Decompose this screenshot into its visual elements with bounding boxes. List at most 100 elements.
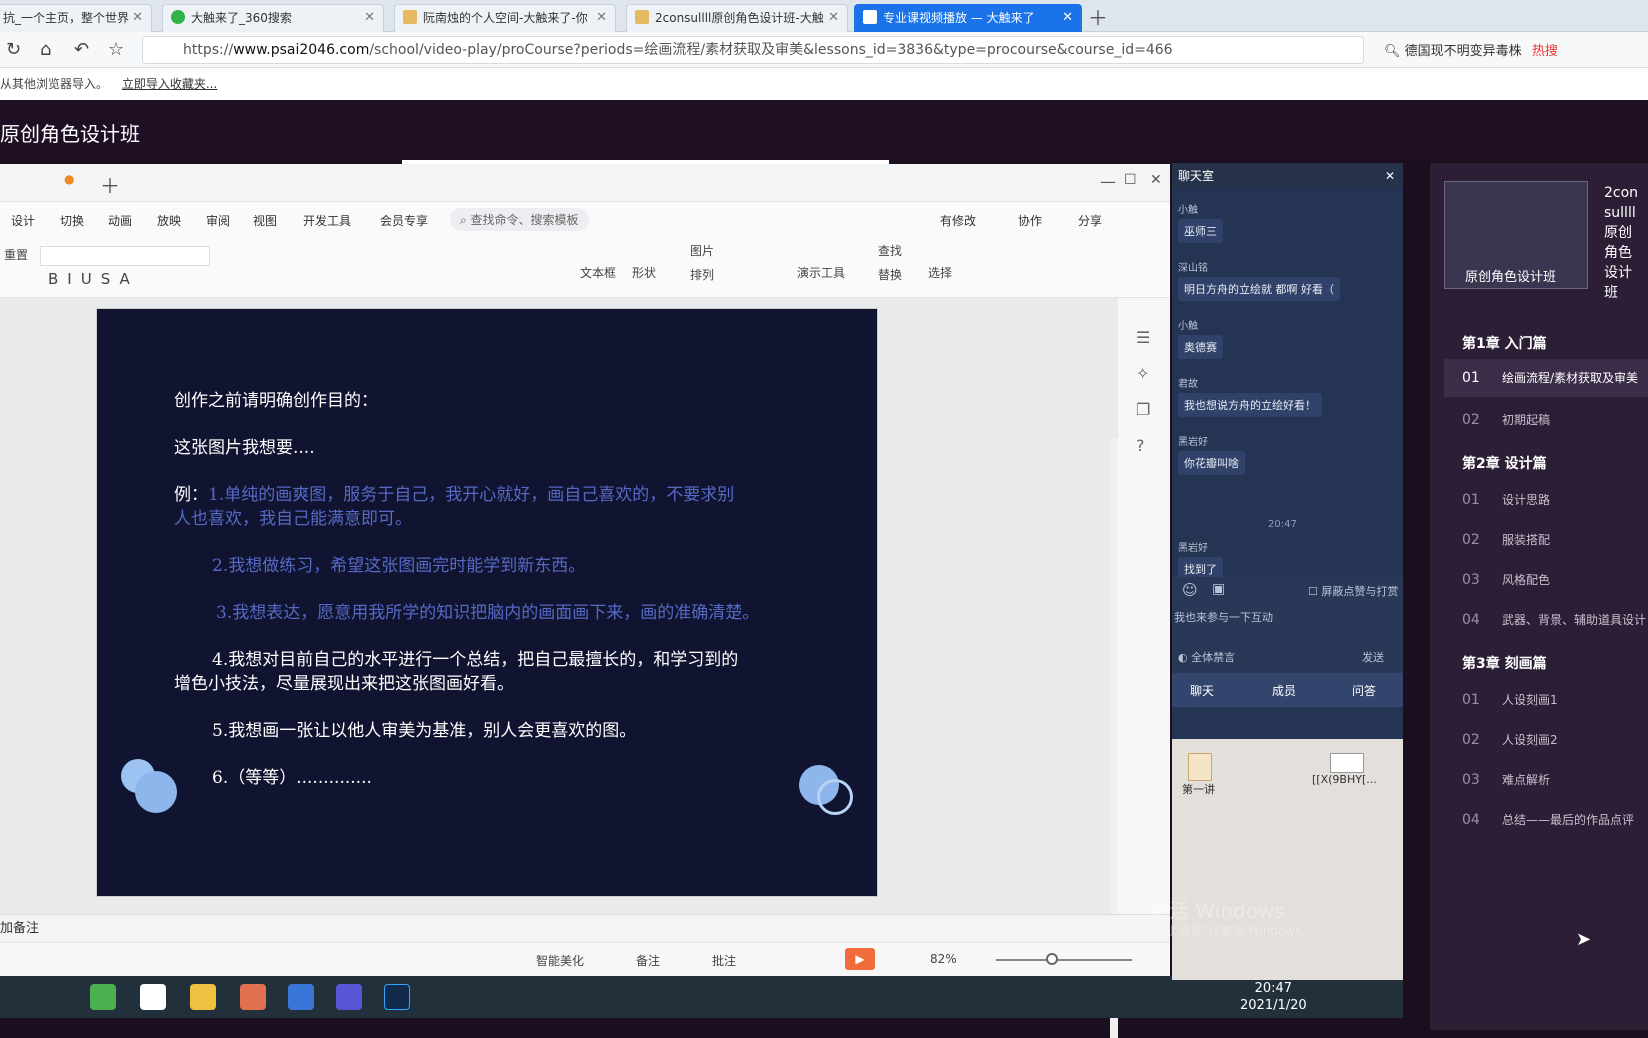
command-search-placeholder: 查找命令、搜索模板 — [470, 213, 579, 227]
select-button[interactable]: 选择 — [928, 264, 952, 281]
presenter-tools-button[interactable]: 演示工具 — [797, 264, 845, 281]
settings-sliders-icon[interactable]: ☰ — [1136, 328, 1150, 347]
slide-line-3-text: 1.单纯的画爽图，服务于自己，我开心就好，画自己喜欢的，不要求别 — [208, 485, 735, 505]
photoshop-icon[interactable] — [384, 984, 410, 1010]
tab-1[interactable]: 抗_一个主页，整个世界 ✕ — [0, 4, 152, 32]
collaborate-button[interactable]: 协作 — [1018, 212, 1042, 229]
lesson-3-3[interactable]: 03 难点解析 — [1462, 771, 1550, 788]
send-button[interactable]: 发送 — [1362, 649, 1384, 665]
close-icon[interactable]: ✕ — [596, 5, 607, 31]
slide-canvas: 创作之前请明确创作目的： 这张图片我想要.... 例：1.单纯的画爽图，服务于自… — [0, 298, 1118, 1038]
lesson-2-1[interactable]: 01 设计思路 — [1462, 491, 1550, 508]
chat-user: 深山铭 — [1178, 263, 1208, 274]
play-icon[interactable]: ▶ — [845, 948, 875, 970]
lesson-3-1[interactable]: 01 人设刻画1 — [1462, 691, 1558, 708]
lesson-2-2[interactable]: 02 服装搭配 — [1462, 531, 1550, 548]
maximize-icon[interactable]: ☐ — [1124, 172, 1137, 188]
textbox-button[interactable]: 文本框 — [580, 264, 616, 281]
emoji-icon[interactable]: ☺ — [1182, 581, 1198, 599]
file-explorer-icon[interactable] — [190, 984, 216, 1010]
font-format-buttons[interactable]: BIUSA — [48, 270, 139, 288]
menu-design[interactable]: 设计 — [11, 212, 35, 229]
mute-all-toggle[interactable]: ◐ 全体禁言 — [1178, 649, 1235, 665]
new-tab-button[interactable]: ＋ — [1088, 2, 1108, 31]
find-button[interactable]: 查找 — [878, 242, 902, 259]
import-bookmarks-link[interactable]: 立即导入收藏夹... — [122, 77, 217, 91]
add-doc-icon[interactable]: ＋ — [100, 170, 120, 199]
tab-chat[interactable]: 聊天 — [1190, 682, 1214, 699]
tab-members[interactable]: 成员 — [1272, 682, 1296, 699]
desktop-file-1[interactable]: 第一讲 — [1182, 753, 1215, 797]
pin-icon[interactable]: ✧ — [1136, 364, 1149, 383]
browser-360-icon[interactable] — [90, 984, 116, 1010]
tab-4[interactable]: 2consullll原创角色设计班-大触 ✕ — [626, 4, 848, 32]
paint-icon[interactable] — [240, 984, 266, 1010]
chat-message: 奥德赛 — [1178, 335, 1223, 359]
hot-search-badge: 热搜 — [1531, 44, 1558, 59]
presentation-app-icon[interactable] — [336, 984, 362, 1010]
arrange-button[interactable]: 排列 — [690, 266, 714, 283]
close-icon[interactable]: ✕ — [1062, 5, 1073, 31]
command-search[interactable]: ⌕ 查找命令、搜索模板 — [450, 208, 589, 231]
wps-icon[interactable] — [140, 984, 166, 1010]
reload-icon[interactable]: ↻ — [6, 39, 21, 60]
close-icon[interactable]: ✕ — [1385, 163, 1395, 189]
menu-review[interactable]: 审阅 — [206, 212, 230, 229]
share-button[interactable]: 分享 — [1078, 212, 1102, 229]
tab-5-active[interactable]: 专业课视频播放 — 大触来了 ✕ — [854, 4, 1082, 32]
has-changes-button[interactable]: 有修改 — [940, 212, 976, 229]
thumbnail-label: 原创角色设计班 — [1465, 270, 1557, 285]
menu-slideshow[interactable]: 放映 — [157, 212, 181, 229]
menu-animation[interactable]: 动画 — [108, 212, 132, 229]
desktop-file-2[interactable]: [[X(9BHY[... — [1312, 753, 1377, 786]
minimize-icon[interactable]: — — [1100, 172, 1116, 191]
close-icon[interactable]: ✕ — [132, 5, 143, 31]
replace-button[interactable]: 替换 — [878, 266, 902, 283]
zoom-level[interactable]: 82% — [930, 952, 957, 966]
smart-beautify-button[interactable]: 智能美化 — [536, 952, 584, 969]
undo-icon[interactable]: ↶ — [74, 39, 89, 60]
help-icon[interactable]: ? — [1136, 436, 1145, 455]
notes-button[interactable]: 备注 — [636, 952, 660, 969]
zoom-slider[interactable] — [996, 959, 1132, 961]
tab-3[interactable]: 阮南烛的个人空间-大触来了-你 ✕ — [394, 4, 616, 32]
reset-button[interactable]: 重置 — [4, 246, 28, 263]
block-likes-checkbox[interactable]: ☐ 屏蔽点赞与打赏 — [1308, 583, 1398, 599]
slide-line-5: 2.我想做练习，希望这张图画完时能学到新东西。 — [212, 556, 586, 576]
shape-button[interactable]: 形状 — [632, 264, 656, 281]
menu-member[interactable]: 会员专享 — [380, 212, 428, 229]
image-icon[interactable]: ▣ — [1212, 581, 1225, 597]
chat-input[interactable]: 我也来参与一下互动 — [1174, 609, 1273, 625]
menu-transition[interactable]: 切换 — [60, 212, 84, 229]
star-icon[interactable]: ☆ — [108, 39, 124, 60]
search-box[interactable]: 🔍︎ 德国现不明变异毒株 热搜 — [1384, 40, 1558, 59]
comment-button[interactable]: 批注 — [712, 952, 736, 969]
menu-view[interactable]: 视图 — [253, 212, 277, 229]
copy-icon[interactable]: ❐ — [1136, 400, 1150, 419]
lesson-1-2[interactable]: 02 初期起稿 — [1462, 411, 1550, 428]
close-icon[interactable]: ✕ — [828, 5, 839, 31]
wps-writer-icon[interactable] — [288, 984, 314, 1010]
tab-2[interactable]: 大触来了_360搜索 ✕ — [162, 4, 384, 32]
search-engine-icon — [171, 10, 185, 24]
zoom-slider-handle[interactable] — [1046, 953, 1058, 965]
home-icon[interactable]: ⌂ — [40, 39, 51, 60]
tab-qa[interactable]: 问答 — [1352, 682, 1376, 699]
notes-bar[interactable]: 加备注 — [0, 914, 1170, 942]
address-bar[interactable]: https://www.psai2046.com/school/video-pl… — [142, 36, 1364, 64]
block-likes-label: 屏蔽点赞与打赏 — [1321, 585, 1399, 598]
search-text: 德国现不明变异毒株 — [1404, 44, 1522, 59]
taskbar-clock[interactable]: 20:47 2021/1/20 — [1240, 980, 1307, 1014]
slide-line-2: 这张图片我想要.... — [174, 438, 315, 458]
lesson-3-4[interactable]: 04 总结——最后的作品点评 — [1462, 811, 1634, 828]
close-icon[interactable]: ✕ — [1150, 172, 1162, 188]
close-icon[interactable]: ✕ — [364, 5, 375, 31]
lesson-2-4[interactable]: 04 武器、背景、辅助道具设计 — [1462, 611, 1646, 628]
lesson-1-1[interactable]: 01 绘画流程/素材获取及审美 — [1444, 359, 1648, 397]
picture-button[interactable]: 图片 — [690, 242, 714, 259]
lesson-3-2[interactable]: 02 人设刻画2 — [1462, 731, 1558, 748]
font-name-field[interactable] — [40, 246, 210, 266]
lesson-2-3[interactable]: 03 风格配色 — [1462, 571, 1550, 588]
menu-developer[interactable]: 开发工具 — [303, 212, 351, 229]
slide[interactable]: 创作之前请明确创作目的： 这张图片我想要.... 例：1.单纯的画爽图，服务于自… — [96, 308, 878, 897]
